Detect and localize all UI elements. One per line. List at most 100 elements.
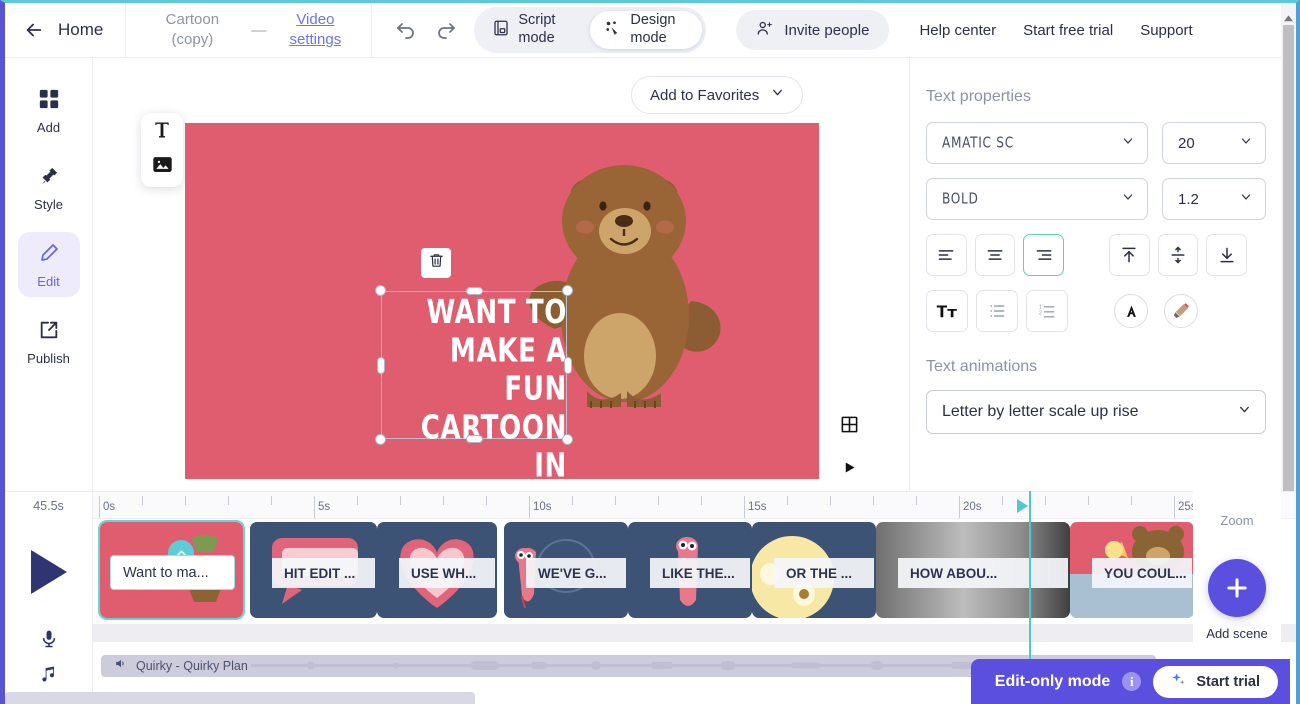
- align-center-button[interactable]: [974, 234, 1016, 276]
- scene-caption: OR THE ...: [774, 558, 874, 588]
- paint-roller-icon: [38, 165, 60, 192]
- undo-icon[interactable]: [394, 18, 418, 42]
- highlight-color-button[interactable]: [1164, 294, 1198, 328]
- align-left-button[interactable]: [926, 234, 967, 276]
- add-to-favorites-button[interactable]: Add to Favorites: [631, 76, 804, 114]
- text-animation-select[interactable]: Letter by letter scale up rise: [926, 390, 1266, 434]
- edit-only-mode-bar: Edit-only mode i Start trial: [970, 659, 1290, 704]
- design-icon: [604, 19, 622, 42]
- chevron-down-icon: [1122, 134, 1134, 152]
- valign-top-button[interactable]: [1108, 234, 1150, 276]
- add-scene-button[interactable]: [1208, 559, 1266, 617]
- resize-handle-bottom[interactable]: [466, 435, 483, 443]
- info-icon[interactable]: i: [1122, 672, 1142, 691]
- support-link[interactable]: Support: [1140, 22, 1193, 39]
- timeline-scene[interactable]: LIKE THE...: [628, 522, 752, 618]
- redo-icon[interactable]: [434, 18, 458, 42]
- valign-bottom-button[interactable]: [1206, 234, 1247, 276]
- text-style-row: 1 2: [926, 290, 1255, 332]
- text-selection[interactable]: Want to make a fun cartoon in minutes?: [375, 285, 573, 479]
- timeline-scene[interactable]: USE WH...: [377, 522, 497, 618]
- sidebar-item-publish[interactable]: Publish: [18, 309, 80, 374]
- chevron-down-icon: [1240, 134, 1252, 152]
- resize-handle-left[interactable]: [377, 357, 385, 374]
- timeline-scene[interactable]: HOW ABOU...: [876, 522, 1070, 618]
- timeline-play-button[interactable]: [28, 548, 70, 601]
- canvas-stage[interactable]: Want to make a fun cartoon in minutes?: [185, 123, 819, 479]
- timeline-scene[interactable]: HIT EDIT ...: [250, 522, 377, 618]
- line-height-select[interactable]: 1.2: [1162, 178, 1266, 220]
- design-mode-button[interactable]: Design mode: [590, 11, 703, 49]
- text-case-button[interactable]: [926, 290, 968, 332]
- script-mode-label: Script mode: [518, 12, 556, 46]
- project-name: Cartoon (copy): [165, 10, 220, 48]
- sidebar-item-style[interactable]: Style: [18, 155, 80, 220]
- microphone-icon[interactable]: [39, 629, 59, 654]
- resize-handle-br[interactable]: [562, 434, 573, 445]
- chevron-down-icon: [1240, 190, 1252, 208]
- pencil-icon: [38, 242, 60, 269]
- timeline-horizontal-scrollbar[interactable]: [93, 624, 1296, 642]
- script-mode-button[interactable]: Script mode: [478, 11, 590, 49]
- trash-icon: [428, 252, 445, 274]
- scene-caption: YOU COUL...: [1092, 558, 1192, 588]
- sidebar-label-edit: Edit: [37, 274, 60, 289]
- home-button[interactable]: Home: [5, 3, 127, 57]
- delete-element-button[interactable]: [421, 248, 451, 278]
- text-tool-icon[interactable]: [152, 120, 172, 145]
- chevron-down-icon: [1238, 403, 1251, 421]
- font-family-select[interactable]: Amatic SC: [926, 122, 1148, 164]
- resize-handle-bl[interactable]: [375, 434, 386, 445]
- font-color-button[interactable]: [1114, 294, 1148, 328]
- text-animation-value: Letter by letter scale up rise: [942, 403, 1139, 420]
- invite-people-button[interactable]: Invite people: [736, 10, 890, 50]
- canvas-play-icon[interactable]: [838, 456, 860, 478]
- start-trial-label: Start trial: [1196, 673, 1260, 690]
- timeline-scene[interactable]: Want to ma...: [98, 520, 245, 620]
- start-trial-button[interactable]: Start trial: [1153, 665, 1278, 698]
- valign-middle-button[interactable]: [1157, 234, 1199, 276]
- ruler-label-10s: 10s: [533, 501, 552, 513]
- text-properties-panel: Text properties Amatic SC 20 Bold: [909, 58, 1283, 491]
- video-settings-link[interactable]: Video settings: [279, 10, 351, 51]
- top-bar: Home Cartoon (copy) — Video settings Scr…: [5, 3, 1296, 58]
- timeline-ruler[interactable]: 0s 5s 10s 15s 20s 25s: [93, 492, 1296, 519]
- font-size-select[interactable]: 20: [1162, 122, 1266, 164]
- resize-handle-right[interactable]: [564, 357, 572, 374]
- ruler-label-20s: 20s: [963, 501, 982, 513]
- add-user-icon: [756, 19, 774, 42]
- canvas-grid-toggle-icon[interactable]: [838, 413, 860, 435]
- project-separator: —: [251, 21, 267, 39]
- mode-switch: Script mode Design mode: [474, 7, 707, 53]
- timeline-scene[interactable]: WE'VE G...: [504, 522, 628, 618]
- alignment-row: [926, 234, 1255, 276]
- resize-handle-top[interactable]: [466, 287, 483, 295]
- timeline-scene[interactable]: YOU COUL...: [1070, 522, 1194, 618]
- sidebar-item-edit[interactable]: Edit: [17, 232, 80, 297]
- font-size-value: 20: [1178, 134, 1195, 152]
- ruler-label-15s: 15s: [748, 501, 767, 513]
- speaker-icon: [114, 657, 127, 675]
- canvas-text-line-3: in minutes?: [534, 446, 567, 479]
- music-note-icon[interactable]: [39, 664, 59, 689]
- top-links: Help center Start free trial Support: [919, 3, 1192, 57]
- help-center-link[interactable]: Help center: [919, 22, 996, 39]
- align-right-button[interactable]: [1023, 234, 1065, 276]
- sidebar-item-add[interactable]: Add: [18, 78, 80, 143]
- canvas-tool-dock: [141, 113, 183, 187]
- timeline-controls: 45.5s: [5, 492, 93, 704]
- image-tool-icon[interactable]: [152, 154, 173, 180]
- bullet-list-button[interactable]: [976, 290, 1018, 332]
- sparkle-icon: [1171, 672, 1186, 692]
- font-weight-select[interactable]: Bold: [926, 178, 1148, 220]
- audio-track-label: Quirky - Quirky Plan: [136, 659, 248, 673]
- clip-overflow-bar: [5, 692, 475, 704]
- timeline-scene[interactable]: OR THE ...: [752, 522, 876, 618]
- total-duration-label: 45.5s: [33, 499, 64, 513]
- resize-handle-tl[interactable]: [375, 285, 386, 296]
- start-free-trial-link[interactable]: Start free trial: [1023, 22, 1113, 39]
- timeline-playhead[interactable]: [1017, 491, 1031, 681]
- numbered-list-button[interactable]: 1 2: [1026, 290, 1068, 332]
- resize-handle-tr[interactable]: [562, 285, 573, 296]
- chevron-down-icon: [771, 86, 784, 104]
